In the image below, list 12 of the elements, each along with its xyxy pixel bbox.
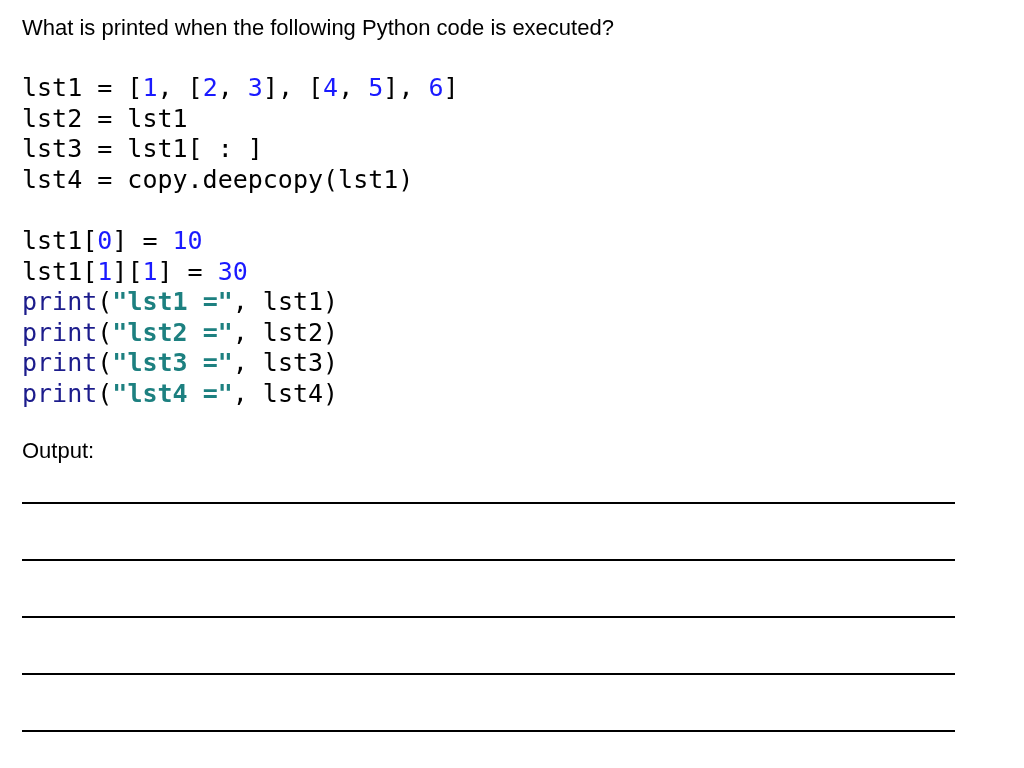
code-line: lst4 = copy.deepcopy(lst1) — [22, 164, 414, 195]
question-text: What is printed when the following Python code is executed? — [22, 14, 615, 42]
output-label: Output: — [22, 437, 95, 465]
code-line: lst2 = lst1 — [22, 103, 188, 134]
code-line: lst1[0] = 10 — [22, 226, 203, 257]
code-line: print("lst3 =", lst3) — [22, 348, 339, 379]
code-line: print("lst4 =", lst4) — [22, 378, 339, 409]
code-line: print("lst1 =", lst1) — [22, 287, 339, 318]
code-line: lst3 = lst1[ : ] — [22, 134, 263, 165]
code-line: print("lst2 =", lst2) — [22, 317, 339, 348]
code-line: lst1 = [1, [2, 3], [4, 5], 6] — [22, 73, 459, 104]
code-line: lst1[1][1] = 30 — [22, 256, 248, 287]
